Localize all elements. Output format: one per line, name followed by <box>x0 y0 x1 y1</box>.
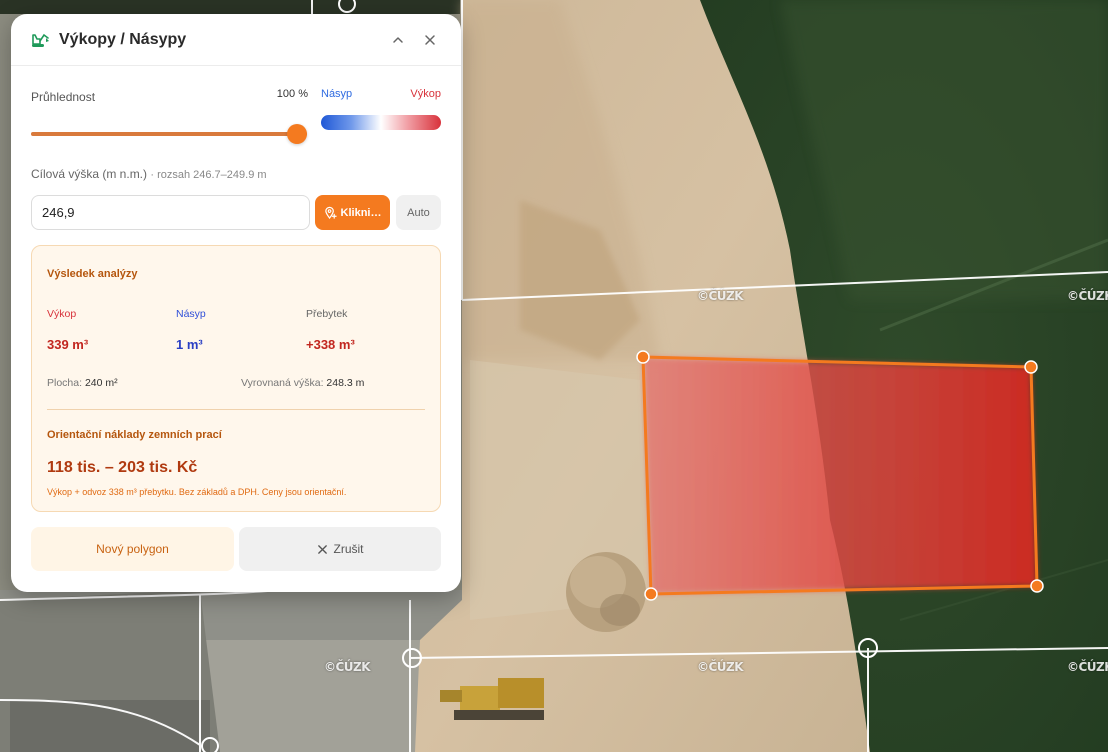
leveled-height-label: Vyrovnaná výška: <box>241 377 324 389</box>
panel-title: Výkopy / Násypy <box>59 30 187 48</box>
target-height-input[interactable] <box>31 195 310 230</box>
map-watermark: ©ČÚZK <box>1067 289 1108 303</box>
result-divider <box>47 409 425 410</box>
map-watermark: ©ČÚZK <box>697 660 744 674</box>
new-polygon-button-label: Nový polygon <box>96 542 169 556</box>
analysis-result-card: Výsledek analýzy Výkop 339 m³ Násyp 1 m³… <box>31 245 441 512</box>
opacity-label: Průhlednost <box>31 90 96 104</box>
map-watermark: ©ČÚZK <box>324 660 371 674</box>
cut-stat: Výkop 339 m³ <box>47 308 88 352</box>
cost-title: Orientační náklady zemních prací <box>47 429 222 441</box>
polygon-outline[interactable] <box>641 355 1039 596</box>
result-title: Výsledek analýzy <box>47 268 138 280</box>
fill-value: 1 m³ <box>176 337 203 352</box>
target-height-label: Cílová výška (m n.m.) · rozsah 246.7–249… <box>31 167 267 181</box>
slider-thumb[interactable] <box>287 124 307 144</box>
cut-fill-panel: Výkopy / Násypy Průhlednost 100 % Násyp … <box>11 14 461 592</box>
cut-label: Výkop <box>47 308 77 320</box>
map-watermark: ©ČÚZK <box>697 289 744 303</box>
polygon-vertex-handle[interactable] <box>1024 360 1038 374</box>
close-button[interactable] <box>419 29 441 51</box>
surplus-label: Přebytek <box>306 308 348 320</box>
surplus-value: +338 m³ <box>306 337 355 352</box>
chevron-up-icon <box>393 36 403 43</box>
legend-cut-label: Výkop <box>410 88 441 100</box>
slider-fill <box>31 132 307 136</box>
cost-value: 118 tis. – 203 tis. Kč <box>47 459 198 476</box>
target-height-range: · rozsah 246.7–249.9 m <box>150 169 267 181</box>
polygon-vertex-handle[interactable] <box>1030 579 1044 593</box>
auto-height-button-label: Auto <box>407 206 430 219</box>
area-stat: Plocha: 240 m² <box>47 377 118 389</box>
new-polygon-button[interactable]: Nový polygon <box>31 527 234 571</box>
leveled-height-stat: Vyrovnaná výška: 248.3 m <box>241 377 364 389</box>
leveled-height-value: 248.3 m <box>326 377 365 389</box>
cancel-button-label: Zrušit <box>333 542 364 556</box>
area-label: Plocha: <box>47 377 83 389</box>
polygon-vertex-handle[interactable] <box>644 587 658 601</box>
pick-height-button[interactable]: Klikni… <box>315 195 390 230</box>
surplus-stat: Přebytek +338 m³ <box>306 308 355 352</box>
area-value: 240 m² <box>84 377 118 389</box>
fill-stat: Násyp 1 m³ <box>176 308 206 352</box>
target-height-title: Cílová výška (m n.m.) <box>31 167 148 181</box>
excavator-icon <box>31 29 51 49</box>
fill-label: Násyp <box>176 308 206 320</box>
collapse-button[interactable] <box>387 29 409 51</box>
x-icon <box>317 544 327 554</box>
opacity-row: Průhlednost 100 % <box>31 88 308 106</box>
opacity-slider[interactable] <box>31 124 307 144</box>
pick-height-button-label: Klikni… <box>340 206 382 219</box>
cut-fill-legend-bar <box>321 115 441 130</box>
cancel-button[interactable]: Zrušit <box>239 527 441 571</box>
polygon-vertex-handle[interactable] <box>636 350 650 364</box>
legend-fill-label: Násyp <box>321 88 353 100</box>
map-pin-plus-icon <box>324 206 337 219</box>
cut-value: 339 m³ <box>47 337 89 352</box>
panel-header: Výkopy / Násypy <box>11 14 461 66</box>
close-icon <box>425 34 435 45</box>
auto-height-button[interactable]: Auto <box>396 195 441 230</box>
cost-note: Výkop + odvoz 338 m³ přebytku. Bez zákla… <box>47 487 347 497</box>
map-watermark: ©ČÚZK <box>1067 660 1108 674</box>
cut-fill-legend-labels: Násyp Výkop <box>321 88 441 100</box>
opacity-value: 100 % <box>276 88 308 100</box>
